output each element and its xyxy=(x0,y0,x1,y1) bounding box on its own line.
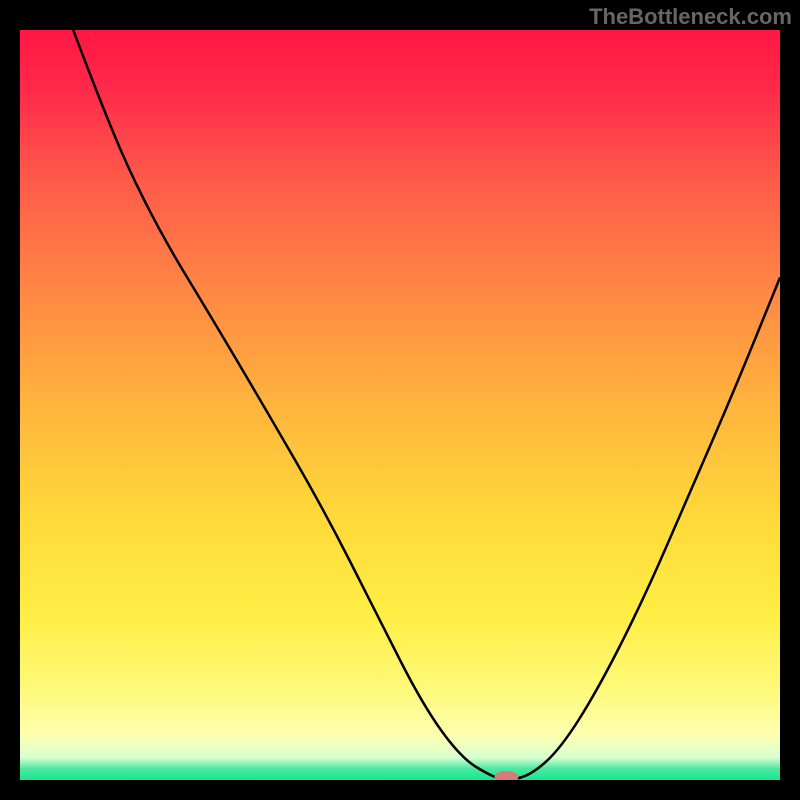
chart-area xyxy=(20,30,780,780)
chart-svg xyxy=(20,30,780,780)
gradient-background xyxy=(20,30,780,780)
watermark-text: TheBottleneck.com xyxy=(589,4,792,30)
